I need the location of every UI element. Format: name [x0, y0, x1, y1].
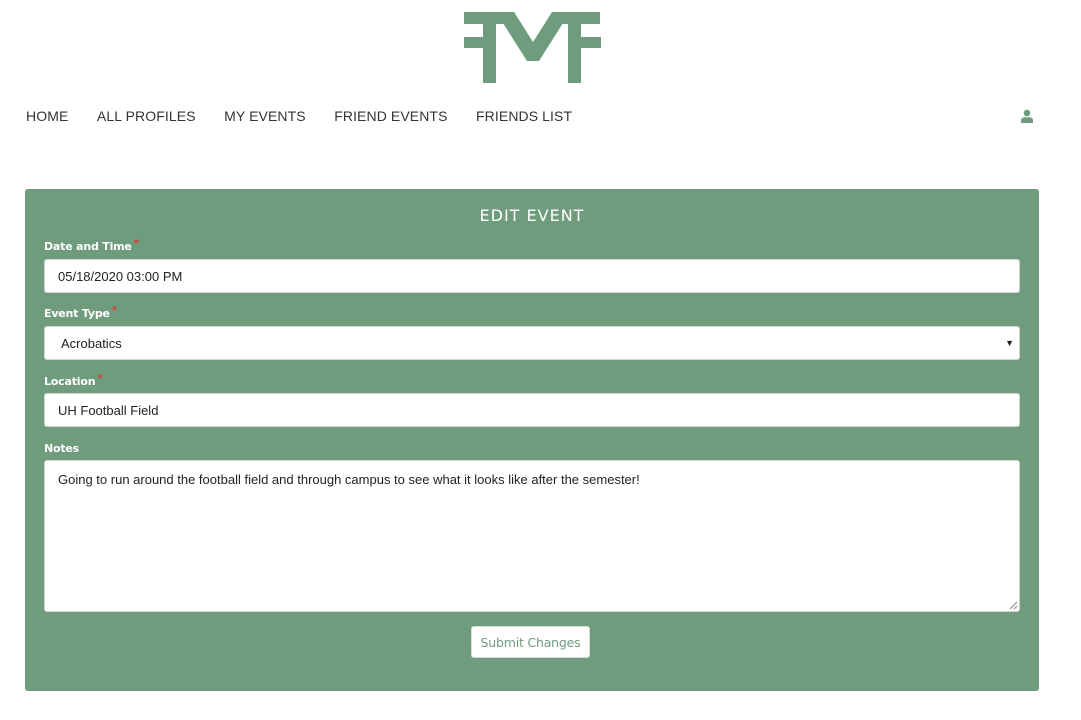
nav-all-profiles[interactable]: ALL PROFILES — [97, 108, 196, 124]
event-type-select[interactable]: Acrobatics ▼ — [44, 326, 1020, 360]
resize-handle-icon[interactable] — [1008, 600, 1018, 610]
required-marker: * — [133, 238, 139, 249]
location-input[interactable]: UH Football Field — [44, 393, 1020, 427]
submit-changes-button[interactable]: Submit Changes — [471, 626, 590, 658]
site-logo[interactable] — [464, 12, 601, 84]
date-time-value: 05/18/2020 03:00 PM — [58, 268, 183, 284]
location-label-text: Location — [44, 375, 96, 388]
notes-label-text: Notes — [44, 442, 80, 455]
main-nav: HOME ALL PROFILES MY EVENTS FRIEND EVENT… — [26, 108, 601, 124]
location-label: Location * — [44, 373, 103, 388]
nav-my-events[interactable]: MY EVENTS — [224, 108, 306, 124]
nav-friend-events[interactable]: FRIEND EVENTS — [334, 108, 447, 124]
nav-friends-list[interactable]: FRIENDS LIST — [476, 108, 572, 124]
edit-event-panel: EDIT EVENT Date and Time * 05/18/2020 03:… — [25, 189, 1039, 691]
date-time-label-text: Date and Time — [44, 240, 132, 253]
notes-textarea[interactable]: Going to run around the football field a… — [44, 460, 1020, 612]
dropdown-arrow-icon: ▼ — [1005, 338, 1014, 348]
notes-label: Notes — [44, 442, 79, 455]
location-value: UH Football Field — [58, 402, 159, 418]
event-type-label: Event Type * — [44, 305, 117, 320]
event-type-label-text: Event Type — [44, 307, 110, 320]
nav-home[interactable]: HOME — [26, 108, 68, 124]
notes-value: Going to run around the football field a… — [58, 472, 640, 487]
user-icon[interactable] — [1020, 108, 1034, 123]
required-marker: * — [97, 373, 103, 384]
required-marker: * — [111, 305, 117, 316]
fmf-logo-icon — [464, 12, 601, 83]
date-time-input[interactable]: 05/18/2020 03:00 PM — [44, 259, 1020, 293]
event-type-value: Acrobatics — [61, 335, 122, 351]
panel-title: EDIT EVENT — [479, 206, 585, 225]
date-time-label: Date and Time * — [44, 238, 139, 253]
